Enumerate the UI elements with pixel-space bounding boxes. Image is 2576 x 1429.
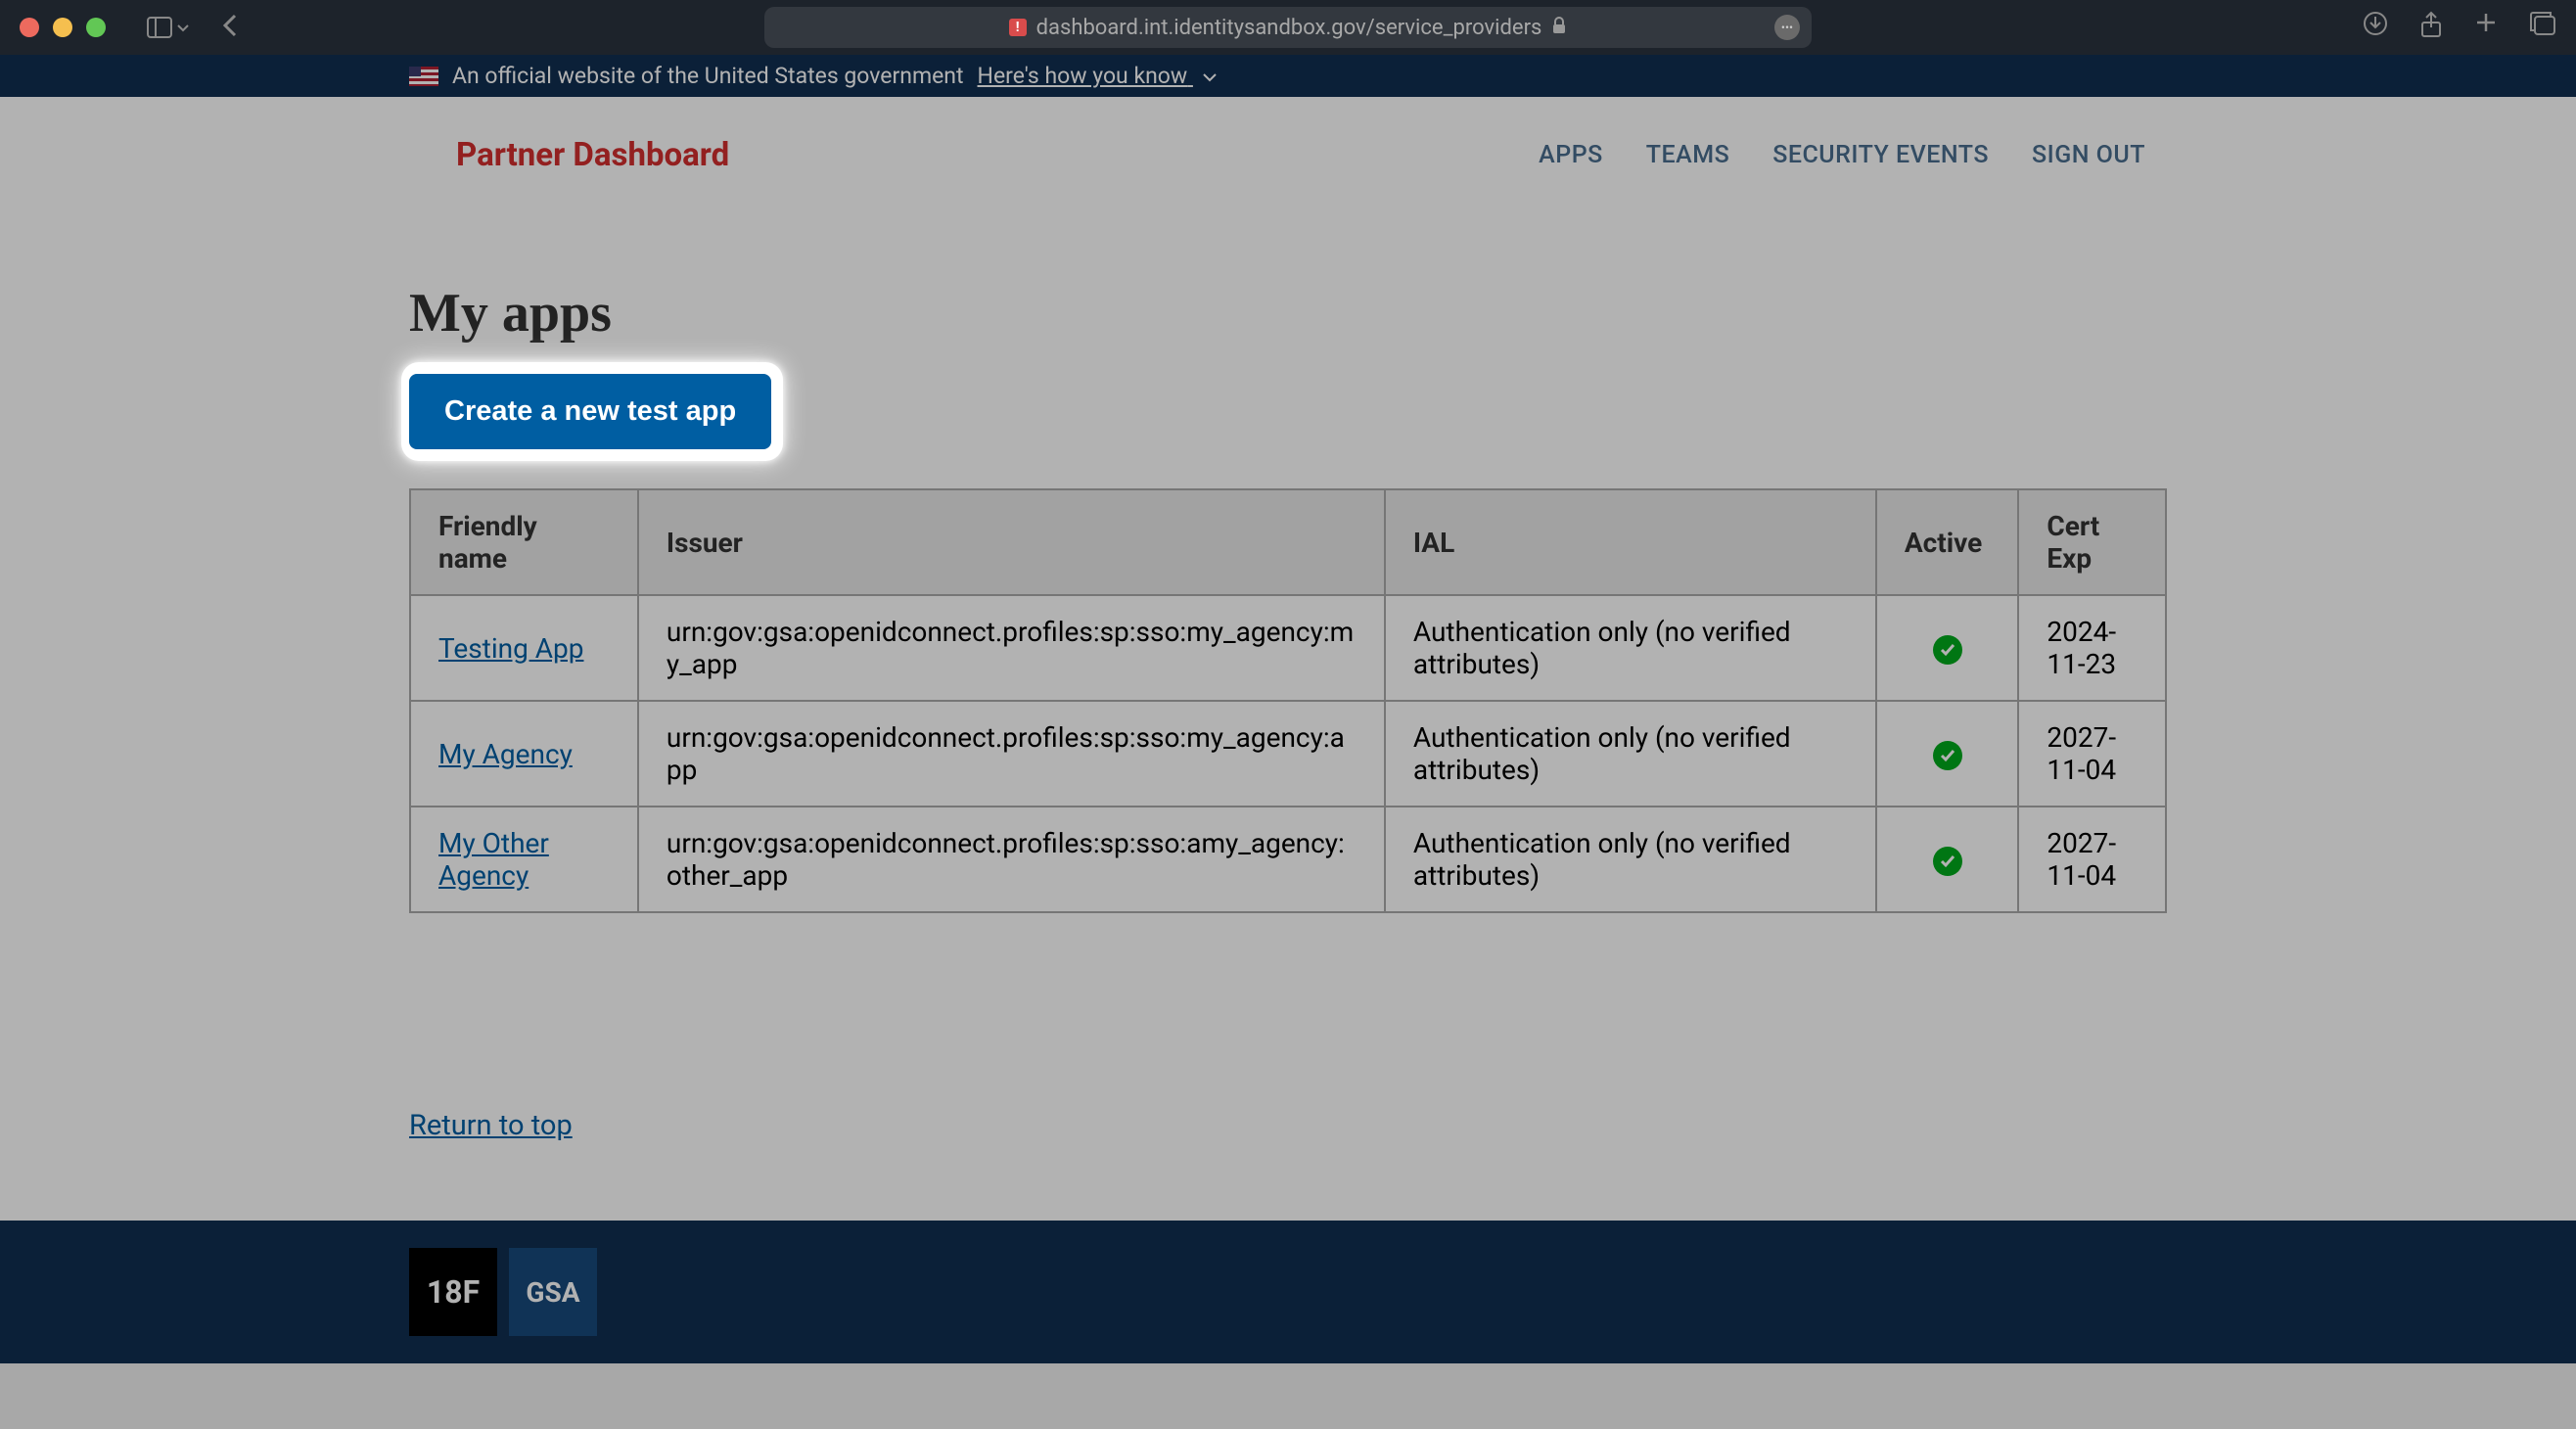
return-to-top-link[interactable]: Return to top <box>409 1109 573 1142</box>
issuer-cell: urn:gov:gsa:openidconnect.profiles:sp:ss… <box>638 701 1385 807</box>
window-controls <box>20 18 106 37</box>
table-row: Testing App urn:gov:gsa:openidconnect.pr… <box>410 595 2166 701</box>
warning-icon: ! <box>1009 19 1027 36</box>
new-tab-icon[interactable] <box>2474 11 2498 45</box>
tabs-overview-icon[interactable] <box>2529 11 2556 45</box>
nav-security-events[interactable]: SECURITY EVENTS <box>1772 141 1989 169</box>
apps-table: Friendly name Issuer IAL Active Cert Exp… <box>409 488 2167 913</box>
how-you-know-link[interactable]: Here's how you know <box>978 63 1219 89</box>
app-link[interactable]: My Other Agency <box>438 827 549 892</box>
create-button-highlight: Create a new test app <box>409 374 771 449</box>
gov-banner: An official website of the United States… <box>0 55 2576 97</box>
cert-cell: 2024-11-23 <box>2018 595 2166 701</box>
th-ial: IAL <box>1385 489 1876 595</box>
active-cell <box>1876 595 2019 701</box>
nav-teams[interactable]: TEAMS <box>1646 141 1729 169</box>
app-link[interactable]: My Agency <box>438 738 573 770</box>
18f-logo[interactable]: 18F <box>409 1248 497 1336</box>
app-link[interactable]: Testing App <box>438 632 583 665</box>
check-circle-icon <box>1933 635 1962 665</box>
th-active: Active <box>1876 489 2019 595</box>
ial-cell: Authentication only (no verified attribu… <box>1385 595 1876 701</box>
create-new-test-app-button[interactable]: Create a new test app <box>409 374 771 449</box>
nav-links: APPS TEAMS SECURITY EVENTS SIGN OUT <box>1539 141 2145 169</box>
downloads-icon[interactable] <box>2363 11 2388 45</box>
table-header-row: Friendly name Issuer IAL Active Cert Exp <box>410 489 2166 595</box>
check-circle-icon <box>1933 847 1962 876</box>
url-text: dashboard.int.identitysandbox.gov/servic… <box>1036 16 1542 40</box>
gsa-logo[interactable]: GSA <box>509 1248 597 1336</box>
browser-chrome: ! dashboard.int.identitysandbox.gov/serv… <box>0 0 2576 55</box>
footer: 18F GSA <box>0 1221 2576 1363</box>
ial-cell: Authentication only (no verified attribu… <box>1385 701 1876 807</box>
cert-cell: 2027-11-04 <box>2018 701 2166 807</box>
check-circle-icon <box>1933 741 1962 770</box>
th-cert-exp: Cert Exp <box>2018 489 2166 595</box>
sidebar-toggle-button[interactable] <box>147 17 190 38</box>
cert-cell: 2027-11-04 <box>2018 807 2166 912</box>
lock-icon <box>1551 16 1567 40</box>
extension-icon[interactable]: ••• <box>1774 15 1800 40</box>
maximize-window-button[interactable] <box>86 18 106 37</box>
close-window-button[interactable] <box>20 18 39 37</box>
issuer-cell: urn:gov:gsa:openidconnect.profiles:sp:ss… <box>638 595 1385 701</box>
page-title: My apps <box>409 282 2167 345</box>
table-row: My Other Agency urn:gov:gsa:openidconnec… <box>410 807 2166 912</box>
nav-apps[interactable]: APPS <box>1539 141 1603 169</box>
browser-right-controls <box>2363 11 2556 45</box>
back-button[interactable] <box>221 12 239 43</box>
gov-banner-text: An official website of the United States… <box>452 63 964 89</box>
ial-cell: Authentication only (no verified attribu… <box>1385 807 1876 912</box>
us-flag-icon <box>409 67 438 86</box>
minimize-window-button[interactable] <box>53 18 72 37</box>
active-cell <box>1876 701 2019 807</box>
header-bar: Partner Dashboard APPS TEAMS SECURITY EV… <box>0 97 2576 213</box>
nav-sign-out[interactable]: SIGN OUT <box>2032 141 2145 169</box>
table-row: My Agency urn:gov:gsa:openidconnect.prof… <box>410 701 2166 807</box>
brand-logo[interactable]: Partner Dashboard <box>456 136 729 174</box>
url-bar[interactable]: ! dashboard.int.identitysandbox.gov/serv… <box>764 7 1812 48</box>
share-icon[interactable] <box>2419 11 2443 45</box>
th-issuer: Issuer <box>638 489 1385 595</box>
active-cell <box>1876 807 2019 912</box>
issuer-cell: urn:gov:gsa:openidconnect.profiles:sp:ss… <box>638 807 1385 912</box>
th-friendly-name: Friendly name <box>410 489 638 595</box>
